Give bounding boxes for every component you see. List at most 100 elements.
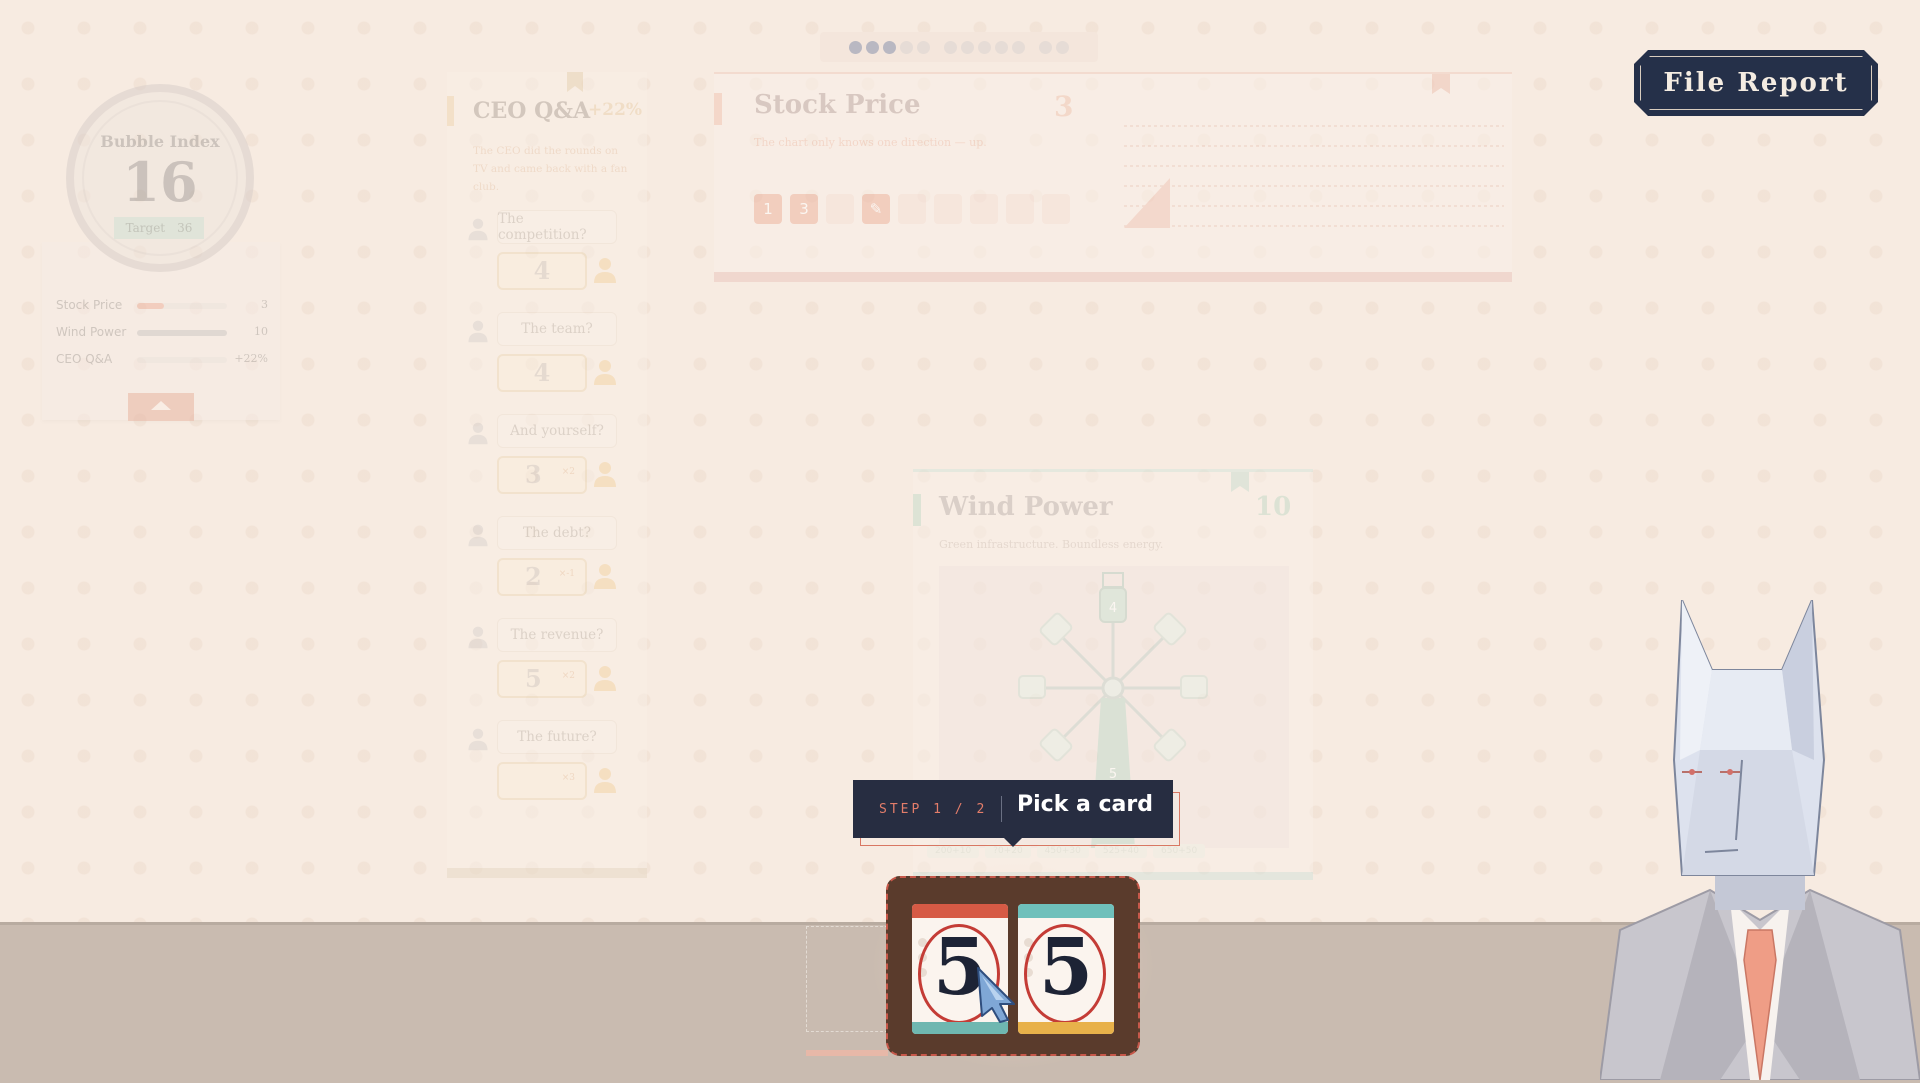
progress-dot: [900, 40, 913, 54]
panel-accent: [714, 93, 722, 125]
question-bubble: The revenue?: [497, 618, 617, 652]
progress-dot: [944, 40, 957, 54]
score-row-ceo: CEO Q&A +22%: [56, 350, 268, 370]
stock-slot: 3: [790, 194, 818, 224]
progress-dot: [849, 40, 862, 54]
qa-item: And yourself? 3 ×2: [467, 414, 637, 502]
score-bar-fill: [137, 330, 227, 336]
progress-dot: [1012, 40, 1025, 54]
target-value: 36: [177, 221, 193, 235]
wind-tier-label: 450+30: [1036, 844, 1089, 858]
file-report-label: File Report: [1663, 68, 1849, 98]
score-value: +22%: [234, 352, 268, 365]
stock-slot: 1: [754, 194, 782, 224]
ceo-percent: +22%: [588, 100, 643, 120]
interviewer-icon: [467, 726, 489, 752]
progress-dot: [1056, 40, 1069, 54]
ceo-icon: [593, 663, 617, 693]
stock-slots: 1 3 ✎: [754, 194, 1070, 224]
interviewer-icon: [467, 216, 489, 242]
answer-modifier: ×2: [561, 671, 575, 681]
answer-slot[interactable]: 2 ×-1: [497, 558, 587, 596]
hand-card[interactable]: 5: [1018, 904, 1114, 1034]
stock-description: The chart only knows one direction — up.: [754, 136, 987, 149]
card-value: 5: [1038, 922, 1094, 1013]
answer-slot[interactable]: ×3: [497, 762, 587, 800]
interviewer-icon: [467, 318, 489, 344]
panel-accent: [447, 96, 454, 126]
ceo-title: CEO Q&A: [473, 98, 591, 124]
bookmark-icon: [567, 72, 583, 92]
score-name: CEO Q&A: [56, 352, 113, 366]
wind-title: Wind Power: [939, 492, 1113, 522]
question-bubble: The debt?: [497, 516, 617, 550]
wind-description: Green infrastructure. Boundless energy.: [939, 538, 1164, 551]
stock-slot: ✎: [862, 194, 890, 224]
progress-dot: [883, 40, 896, 54]
answer-value: 4: [533, 358, 551, 387]
ceo-qa-panel: CEO Q&A +22% The CEO did the rounds on T…: [447, 72, 647, 878]
qa-item: The revenue? 5 ×2: [467, 618, 637, 706]
score-bar: [137, 357, 227, 363]
qa-item: The competition? 4: [467, 210, 637, 298]
tooltip-separator: [1001, 796, 1002, 822]
stock-slot: [934, 194, 962, 224]
file-report-button[interactable]: File Report: [1634, 50, 1878, 116]
score-value: 10: [254, 325, 268, 338]
collapse-up-button[interactable]: [128, 393, 194, 421]
answer-slot[interactable]: 3 ×2: [497, 456, 587, 494]
answer-value: 2: [525, 562, 542, 591]
bookmark-icon: [1432, 74, 1450, 94]
ceo-icon: [593, 765, 617, 795]
bubble-index-value: 16: [122, 150, 198, 214]
stock-slot: [826, 194, 854, 224]
answer-value: 4: [533, 256, 551, 285]
interviewer-icon: [467, 522, 489, 548]
pointer-cursor-icon: [977, 967, 1015, 1023]
score-bar: [137, 330, 227, 336]
level-progress: [820, 32, 1098, 62]
answer-modifier: ×2: [561, 467, 575, 477]
wind-footer: 200+10 ?0+20 450+30 525+40 650+50: [927, 844, 1303, 860]
interviewer-icon: [467, 624, 489, 650]
question-bubble: The competition?: [497, 210, 617, 244]
question-bubble: And yourself?: [497, 414, 617, 448]
answer-value: 5: [525, 664, 542, 693]
qa-item: The future? ×3: [467, 720, 637, 808]
answer-value: 3: [525, 460, 542, 489]
interviewer-icon: [467, 420, 489, 446]
question-bubble: The future?: [497, 720, 617, 754]
progress-dot: [1039, 40, 1052, 54]
ceo-icon: [593, 459, 617, 489]
progress-dot: [866, 40, 879, 54]
ceo-icon: [593, 255, 617, 285]
answer-slot[interactable]: 4: [497, 252, 587, 290]
card-bottom-band: [1018, 1022, 1114, 1034]
score-bar: [137, 303, 227, 309]
stock-slot: [970, 194, 998, 224]
answer-modifier: ×3: [561, 773, 575, 783]
progress-dot: [961, 40, 974, 54]
panel-accent: [913, 494, 921, 526]
bookmark-icon: [1231, 472, 1249, 492]
progress-dot: [978, 40, 991, 54]
ceo-description: The CEO did the rounds on TV and came ba…: [473, 145, 628, 193]
stock-slot: [1042, 194, 1070, 224]
answer-slot[interactable]: 5 ×2: [497, 660, 587, 698]
qa-item: The debt? 2 ×-1: [467, 516, 637, 604]
target-badge: Target 36: [114, 217, 204, 239]
tooltip-arrow: [1004, 838, 1022, 847]
score-row-wind: Wind Power 10: [56, 323, 268, 343]
qa-item: The team? 4: [467, 312, 637, 400]
score-value: 3: [261, 298, 268, 311]
stock-chart: [1124, 125, 1504, 228]
stock-price-panel: Stock Price 3 The chart only knows one d…: [714, 72, 1512, 282]
stock-value: 3: [1054, 90, 1074, 123]
progress-dot: [917, 40, 930, 54]
progress-dot: [995, 40, 1008, 54]
answer-slot[interactable]: 4: [497, 354, 587, 392]
card-band: [1018, 904, 1114, 918]
tooltip-instruction: Pick a card: [1017, 792, 1153, 817]
wind-value: 10: [1255, 492, 1292, 522]
score-row-stock: Stock Price 3: [56, 296, 268, 316]
